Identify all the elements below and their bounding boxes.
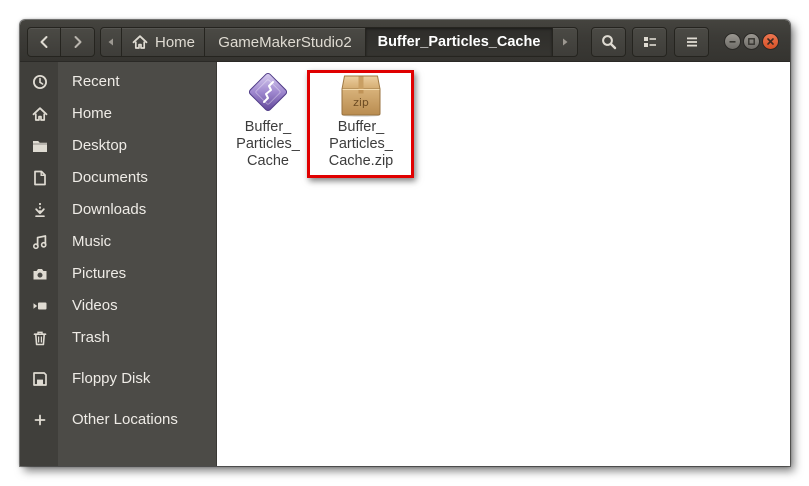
path-segment-label: GameMakerStudio2 bbox=[218, 33, 352, 51]
sidebar-item-label: Music bbox=[72, 233, 112, 250]
executable-icon bbox=[244, 69, 292, 117]
file-name-line: Cache bbox=[247, 153, 289, 169]
trash-icon bbox=[32, 330, 48, 346]
search-button[interactable] bbox=[591, 27, 626, 57]
back-button[interactable] bbox=[27, 27, 61, 57]
path-scroll-right-button[interactable] bbox=[553, 27, 578, 57]
menu-button[interactable] bbox=[674, 27, 709, 57]
document-icon bbox=[32, 170, 48, 186]
sidebar-item-desktop[interactable]: Desktop bbox=[20, 130, 216, 162]
plus-icon bbox=[32, 412, 48, 428]
file-name-line: Buffer_ bbox=[244, 119, 292, 135]
file-item[interactable]: Buffer_ Particles_ Cache bbox=[220, 69, 316, 170]
floppy-disk-icon bbox=[32, 371, 48, 387]
sidebar-item-label: Desktop bbox=[72, 137, 128, 154]
home-icon bbox=[132, 34, 148, 50]
file-view: Buffer_ Particles_ Cache zip Buffer_ Par… bbox=[217, 62, 790, 466]
sidebar: Recent Home Desktop Documents Downloads bbox=[20, 62, 217, 466]
close-icon bbox=[766, 37, 775, 46]
pan-start-icon bbox=[106, 37, 116, 47]
sidebar-item-documents[interactable]: Documents bbox=[20, 162, 216, 194]
path-segment-home[interactable]: Home bbox=[122, 27, 205, 57]
file-name: Buffer_ Particles_ Cache bbox=[220, 119, 316, 170]
close-button[interactable] bbox=[762, 33, 779, 50]
path-segment-gamemakerstudio2[interactable]: GameMakerStudio2 bbox=[205, 27, 366, 57]
sidebar-item-label: Documents bbox=[72, 169, 148, 186]
sidebar-item-other-locations[interactable]: Other Locations bbox=[20, 404, 216, 436]
view-list-icon bbox=[642, 34, 658, 50]
sidebar-item-label: Floppy Disk bbox=[72, 370, 151, 387]
sidebar-item-recent[interactable]: Recent bbox=[20, 66, 216, 98]
clock-icon bbox=[32, 74, 48, 90]
screen: Home GameMakerStudio2 Buffer_Particles_C… bbox=[0, 0, 809, 486]
desktop-folder-icon bbox=[32, 138, 48, 154]
chevron-right-icon bbox=[70, 34, 86, 50]
sidebar-item-videos[interactable]: Videos bbox=[20, 290, 216, 322]
camera-icon bbox=[32, 266, 48, 282]
file-name-line: Particles_ bbox=[236, 136, 300, 152]
sidebar-item-label: Recent bbox=[72, 73, 120, 90]
minimize-button[interactable] bbox=[724, 33, 741, 50]
sidebar-item-label: Downloads bbox=[72, 201, 147, 218]
download-icon bbox=[32, 202, 48, 218]
sidebar-item-label: Other Locations bbox=[72, 411, 178, 428]
sidebar-item-music[interactable]: Music bbox=[20, 226, 216, 258]
header-bar: Home GameMakerStudio2 Buffer_Particles_C… bbox=[20, 20, 790, 62]
chevron-left-icon bbox=[36, 34, 52, 50]
music-icon bbox=[32, 234, 48, 250]
path-segment-label: Home bbox=[155, 33, 196, 51]
sidebar-item-label: Home bbox=[72, 105, 113, 122]
path-scroll-left-button[interactable] bbox=[100, 27, 122, 57]
pan-end-icon bbox=[560, 37, 570, 47]
sidebar-item-trash[interactable]: Trash bbox=[20, 322, 216, 354]
sidebar-item-label: Pictures bbox=[72, 265, 127, 282]
menu-icon bbox=[684, 34, 700, 50]
sidebar-item-pictures[interactable]: Pictures bbox=[20, 258, 216, 290]
sidebar-item-label: Trash bbox=[72, 329, 110, 346]
video-icon bbox=[32, 298, 48, 314]
sidebar-item-floppy-disk[interactable]: Floppy Disk bbox=[20, 363, 216, 395]
forward-button[interactable] bbox=[60, 27, 95, 57]
highlight-annotation bbox=[307, 70, 414, 178]
view-toggle-button[interactable] bbox=[632, 27, 667, 57]
maximize-icon bbox=[747, 37, 756, 46]
path-segment-buffer-particles-cache[interactable]: Buffer_Particles_Cache bbox=[366, 27, 553, 57]
sidebar-item-downloads[interactable]: Downloads bbox=[20, 194, 216, 226]
minimize-icon bbox=[728, 37, 737, 46]
home-icon bbox=[32, 106, 48, 122]
path-segment-label: Buffer_Particles_Cache bbox=[377, 34, 541, 50]
sidebar-item-label: Videos bbox=[72, 297, 118, 314]
maximize-button[interactable] bbox=[743, 33, 760, 50]
path-bar: Home GameMakerStudio2 Buffer_Particles_C… bbox=[100, 27, 578, 57]
search-icon bbox=[601, 34, 617, 50]
sidebar-item-home[interactable]: Home bbox=[20, 98, 216, 130]
